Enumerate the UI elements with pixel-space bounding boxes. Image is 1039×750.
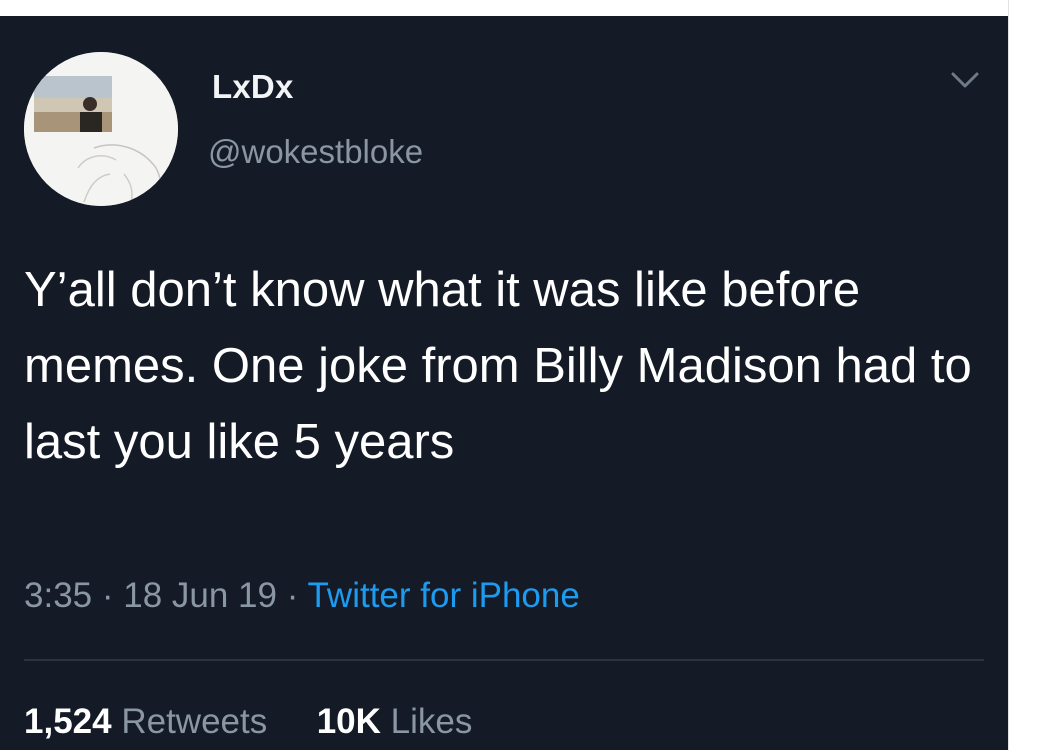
tweet-source-link[interactable]: Twitter for iPhone (307, 576, 579, 615)
divider (24, 659, 984, 661)
tweet-meta: 3:35 · 18 Jun 19 · Twitter for iPhone (24, 576, 580, 616)
likes-stat[interactable]: 10K Likes (317, 702, 473, 741)
tweet-text: Y’all don’t know what it was like before… (24, 263, 972, 469)
meta-separator: · (101, 576, 114, 615)
meta-separator: · (286, 576, 299, 615)
retweets-label: Retweets (121, 702, 268, 741)
likes-label: Likes (390, 702, 473, 741)
avatar[interactable] (24, 52, 178, 206)
likes-count: 10K (316, 702, 381, 741)
tweet-time[interactable]: 3:35 (24, 576, 92, 615)
retweets-count: 1,524 (24, 702, 112, 741)
display-name[interactable]: LxDx (212, 68, 294, 106)
tweet-stats: 1,524 Retweets 10K Likes (24, 702, 472, 742)
user-handle[interactable]: @wokestbloke (208, 133, 423, 171)
chevron-down-icon[interactable] (948, 68, 982, 92)
tweet-date[interactable]: 18 Jun 19 (123, 576, 277, 615)
page-margin (1008, 0, 1039, 750)
avatar-photo (24, 52, 178, 206)
retweets-stat[interactable]: 1,524 Retweets (24, 702, 277, 741)
tweet-card: LxDx @wokestbloke Y’all don’t know what … (0, 16, 1008, 750)
